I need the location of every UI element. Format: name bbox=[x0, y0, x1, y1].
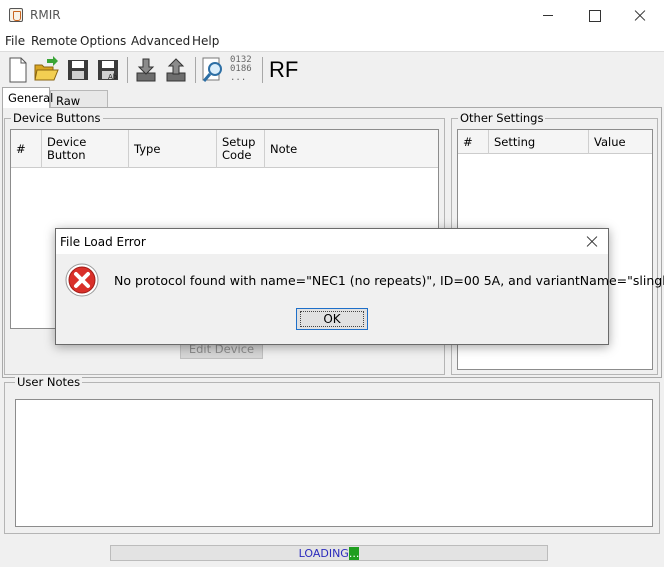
user-notes-title: User Notes bbox=[15, 375, 83, 389]
svg-text:Ab: Ab bbox=[108, 73, 118, 81]
status-label: LOADING bbox=[298, 547, 349, 560]
other-settings-title: Other Settings bbox=[458, 111, 546, 125]
column-type[interactable]: Type bbox=[129, 130, 217, 168]
download-from-remote-icon[interactable] bbox=[132, 56, 160, 84]
ok-button[interactable]: OK bbox=[296, 308, 368, 330]
raw-numbers-icon[interactable]: 0132 0186 ... bbox=[230, 56, 260, 84]
column-number[interactable]: # bbox=[458, 130, 489, 154]
menu-remote[interactable]: Remote bbox=[31, 34, 77, 48]
tab-general-label: General bbox=[8, 91, 54, 105]
menu-advanced[interactable]: Advanced bbox=[131, 34, 190, 48]
dialog-title: File Load Error bbox=[60, 235, 146, 249]
status-progress-bar: LOADING... bbox=[110, 545, 548, 561]
save-icon[interactable] bbox=[64, 56, 92, 84]
window-title: RMIR bbox=[30, 8, 61, 22]
column-number[interactable]: # bbox=[11, 130, 42, 168]
toolbar-separator bbox=[262, 57, 263, 83]
menu-bar: File Remote Options Advanced Help bbox=[0, 31, 664, 51]
file-load-error-dialog: File Load Error No protocol found with n… bbox=[55, 228, 664, 345]
dialog-close-icon[interactable] bbox=[580, 230, 604, 254]
status-dots: ... bbox=[348, 547, 360, 560]
toolbar: Ab 0132 0186 ... RF bbox=[0, 51, 664, 87]
app-icon bbox=[9, 8, 23, 22]
search-icon[interactable] bbox=[200, 56, 228, 84]
numbers-line-3: ... bbox=[230, 73, 247, 83]
tab-raw-data[interactable]: Raw Data bbox=[50, 90, 108, 122]
close-window-button[interactable] bbox=[617, 0, 663, 31]
column-device-button[interactable]: Device Button bbox=[42, 130, 129, 168]
user-notes-textarea[interactable] bbox=[15, 399, 653, 527]
maximize-button[interactable] bbox=[571, 0, 617, 31]
status-text: LOADING... bbox=[111, 547, 547, 560]
other-settings-header: # Setting Value bbox=[458, 130, 652, 154]
dialog-title-bar: File Load Error bbox=[56, 229, 608, 254]
column-setup-code[interactable]: Setup Code bbox=[217, 130, 265, 168]
rf-icon[interactable]: RF bbox=[269, 56, 298, 84]
error-icon bbox=[65, 263, 99, 297]
dialog-message: No protocol found with name="NEC1 (no re… bbox=[114, 273, 664, 288]
user-notes-group: User Notes bbox=[4, 375, 660, 534]
toolbar-separator bbox=[195, 57, 196, 83]
save-as-icon[interactable]: Ab bbox=[94, 56, 122, 84]
minimize-button[interactable] bbox=[525, 0, 571, 31]
open-folder-icon[interactable] bbox=[32, 56, 60, 84]
title-bar: RMIR bbox=[0, 0, 664, 31]
device-buttons-title: Device Buttons bbox=[11, 111, 103, 125]
menu-options[interactable]: Options bbox=[80, 34, 126, 48]
new-file-icon[interactable] bbox=[4, 56, 32, 84]
device-buttons-header: # Device Button Type Setup Code Note bbox=[11, 130, 438, 168]
menu-file[interactable]: File bbox=[5, 34, 25, 48]
ok-button-label: OK bbox=[300, 311, 364, 327]
toolbar-separator bbox=[127, 57, 128, 83]
tab-general[interactable]: General bbox=[2, 87, 54, 108]
column-value[interactable]: Value bbox=[589, 130, 652, 154]
menu-help[interactable]: Help bbox=[192, 34, 219, 48]
column-setting[interactable]: Setting bbox=[489, 130, 589, 154]
column-note[interactable]: Note bbox=[265, 130, 438, 168]
upload-to-remote-icon[interactable] bbox=[162, 56, 190, 84]
